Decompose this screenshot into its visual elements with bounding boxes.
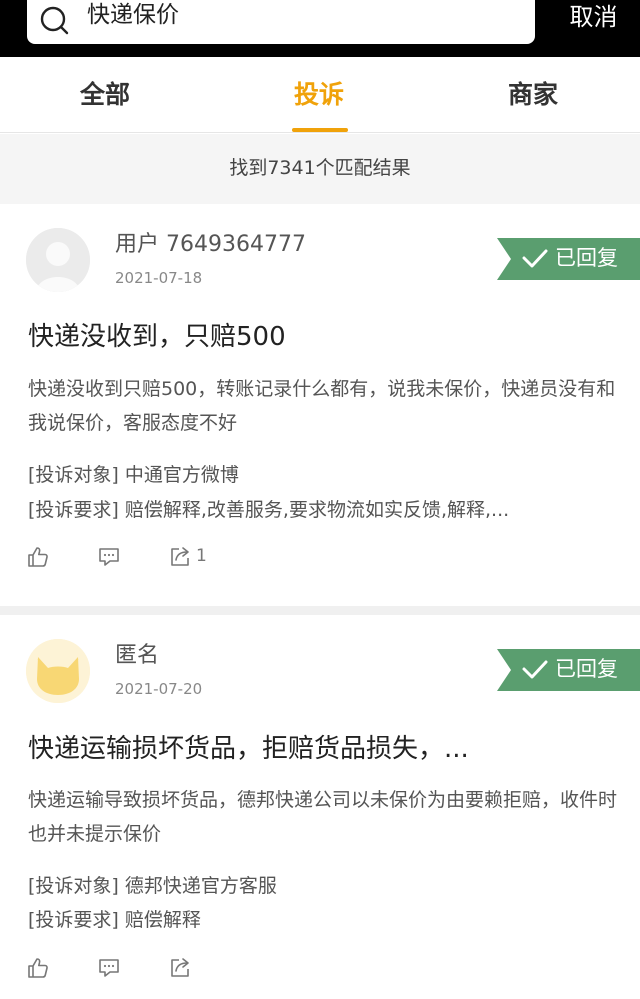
tab-bar: 全部 投诉 商家 — [0, 57, 640, 133]
card-divider — [0, 606, 640, 615]
search-query: 快递保价 — [87, 2, 179, 28]
comment-icon[interactable] — [97, 956, 121, 980]
post-description: 快递没收到只赔500，转账记录什么都有，说我未保价，快递员没有和我说保价，客服态… — [28, 378, 616, 434]
default-avatar-icon — [26, 228, 90, 292]
complaint-target: [投诉对象] 中通官方微博 — [28, 464, 239, 486]
complaint-demand: [投诉要求] 赔偿解释 — [28, 909, 201, 931]
search-icon — [40, 6, 69, 35]
complaint-card[interactable]: 匿名 2021-07-20 已回复 快递运输损坏货品，拒赔货品损失，... 快递… — [0, 615, 640, 999]
search-input[interactable]: 快递保价 — [27, 0, 535, 44]
avatar — [26, 228, 90, 292]
complaint-target: [投诉对象] 德邦快递官方客服 — [28, 875, 277, 897]
comment-icon[interactable] — [97, 545, 121, 569]
post-date: 2021-07-20 — [115, 680, 203, 698]
avatar — [26, 639, 90, 703]
complaint-demand: [投诉要求] 赔偿解释,改善服务,要求物流如实反馈,解释,... — [28, 499, 510, 521]
like-icon[interactable] — [26, 956, 50, 980]
post-date: 2021-07-18 — [115, 269, 203, 287]
tab-merchants[interactable]: 商家 — [483, 77, 583, 117]
status-badge: 已回复 — [497, 238, 640, 280]
like-icon[interactable] — [26, 545, 50, 569]
result-count: 找到7341个匹配结果 — [0, 134, 640, 204]
post-description: 快递运输导致损坏货品，德邦快递公司以未保价为由要赖拒赔，收件时也并未提示保价 — [28, 789, 618, 845]
post-title[interactable]: 快递没收到，只赔500 — [28, 319, 286, 355]
active-tab-indicator — [292, 128, 348, 132]
cat-avatar-icon — [26, 639, 90, 703]
status-badge: 已回复 — [497, 649, 640, 691]
cancel-button[interactable]: 取消 — [547, 1, 640, 35]
complaint-card[interactable]: 用户 7649364777 2021-07-18 已回复 快递没收到，只赔500… — [0, 204, 640, 606]
top-bar: 快递保价 取消 — [0, 0, 640, 57]
share-count: 1 — [196, 546, 207, 566]
badge-label: 已回复 — [555, 246, 618, 270]
post-title[interactable]: 快递运输损坏货品，拒赔货品损失，... — [28, 731, 469, 767]
tab-all[interactable]: 全部 — [55, 77, 155, 117]
tab-complaints[interactable]: 投诉 — [269, 77, 369, 117]
username: 匿名 — [115, 643, 160, 668]
share-icon[interactable] — [168, 545, 192, 569]
username: 用户 7649364777 — [115, 232, 306, 257]
badge-label: 已回复 — [555, 657, 618, 681]
share-icon[interactable] — [168, 956, 192, 980]
